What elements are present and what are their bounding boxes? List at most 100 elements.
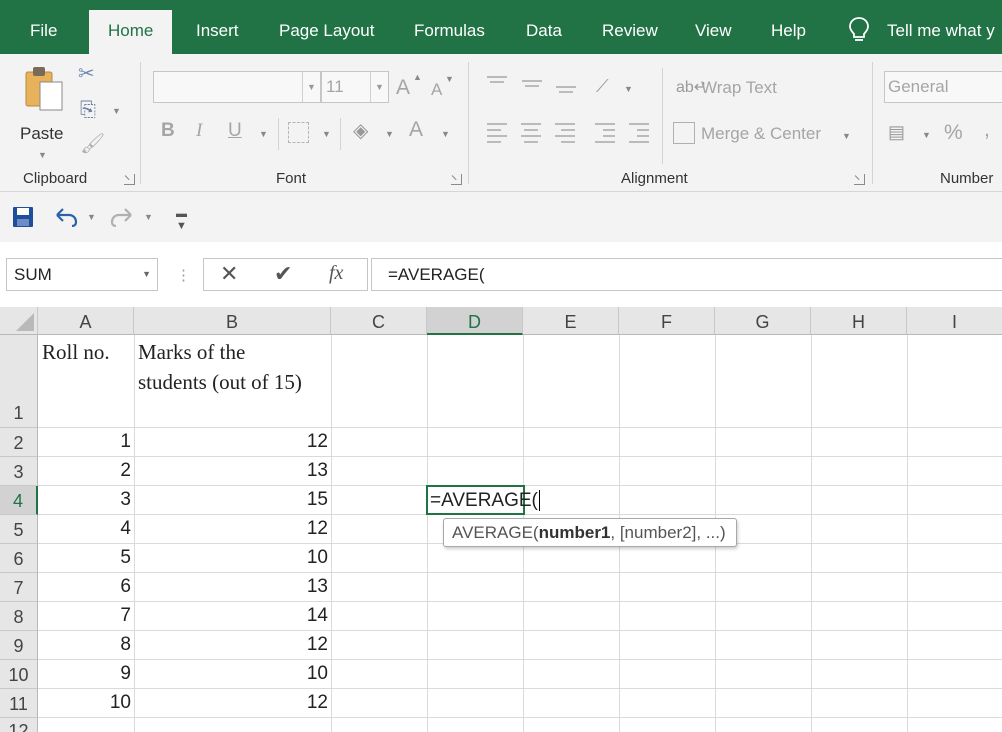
select-all-button[interactable] [0,307,38,335]
row-header-1[interactable]: 1 [0,335,38,428]
fill-color-dropdown-icon[interactable]: ▼ [385,129,394,139]
column-header-f[interactable]: F [619,307,715,335]
cell-a10[interactable]: 9 [38,663,131,685]
bold-button[interactable]: B [161,120,175,142]
customize-qat-icon[interactable]: ▬ ▼ [176,208,187,232]
font-launcher-icon[interactable] [451,174,462,185]
grow-font-button[interactable]: A [396,76,410,100]
cancel-icon[interactable]: ✕ [220,261,238,287]
format-painter-icon[interactable]: 🖌 [80,134,105,154]
row-header-7[interactable]: 7 [0,573,38,602]
column-header-b[interactable]: B [134,307,331,335]
cell-a11[interactable]: 10 [38,692,131,714]
cell-b11[interactable]: 12 [134,692,328,714]
merge-dropdown-icon[interactable]: ▼ [842,131,851,141]
row-header-2[interactable]: 2 [0,428,38,457]
row-header-5[interactable]: 5 [0,515,38,544]
row-header-11[interactable]: 11 [0,689,38,718]
accounting-format-icon[interactable]: ▤ [888,122,905,142]
cell-b1-line1[interactable]: Marks of the [138,337,245,367]
cell-b7[interactable]: 13 [134,576,328,598]
copy-dropdown-icon[interactable]: ▼ [112,106,121,116]
font-size-combo[interactable]: 11 ▼ [321,71,389,103]
shrink-font-button[interactable]: A [431,80,442,100]
undo-icon[interactable] [54,207,78,227]
cell-b6[interactable]: 10 [134,547,328,569]
font-color-dropdown-icon[interactable]: ▼ [441,129,450,139]
tooltip-current-arg[interactable]: number1 [539,523,611,542]
tab-help[interactable]: Help [771,0,806,54]
column-header-e[interactable]: E [523,307,619,335]
enter-icon[interactable]: ✔ [274,261,292,287]
formula-bar-splitter-icon[interactable]: ⋮ [176,266,191,284]
tab-file[interactable]: File [30,0,57,54]
wrap-text-button[interactable]: Wrap Text [701,78,777,98]
cell-b3[interactable]: 13 [134,460,328,482]
column-header-a[interactable]: A [38,307,134,335]
borders-button[interactable] [288,122,309,143]
cut-icon[interactable]: ✂ [78,64,95,84]
row-header-8[interactable]: 8 [0,602,38,631]
cell-d4-editor[interactable]: =AVERAGE( [430,490,540,512]
cell-a3[interactable]: 2 [38,460,131,482]
row-header-12[interactable]: 12 [0,718,38,732]
cell-b1-line2[interactable]: students (out of 15) [138,367,302,397]
clipboard-launcher-icon[interactable] [124,174,135,185]
save-icon[interactable] [12,206,34,228]
tab-insert[interactable]: Insert [196,0,239,54]
undo-dropdown-icon[interactable]: ▼ [87,212,96,222]
horizontal-align-icons[interactable] [485,122,655,144]
column-header-g[interactable]: G [715,307,811,335]
cell-a2[interactable]: 1 [38,431,131,453]
cell-b2[interactable]: 12 [134,431,328,453]
underline-button[interactable]: U [228,120,242,142]
column-header-d[interactable]: D [427,307,523,335]
cell-b9[interactable]: 12 [134,634,328,656]
comma-style-icon[interactable]: , [984,118,990,142]
cell-a9[interactable]: 8 [38,634,131,656]
merge-center-button[interactable]: Merge & Center [701,124,821,144]
column-header-i[interactable]: I [907,307,1002,335]
cell-a4[interactable]: 3 [38,489,131,511]
number-format-combo[interactable]: General [884,71,1002,103]
row-header-3[interactable]: 3 [0,457,38,486]
italic-button[interactable]: I [196,120,202,142]
orientation-dropdown-icon[interactable]: ▼ [624,84,633,94]
cell-b4[interactable]: 15 [134,489,328,511]
cell-a5[interactable]: 4 [38,518,131,540]
accounting-dropdown-icon[interactable]: ▼ [922,130,931,140]
vertical-align-icons[interactable] [485,74,580,94]
cell-a7[interactable]: 6 [38,576,131,598]
copy-icon[interactable]: ⎘ [80,100,96,120]
alignment-launcher-icon[interactable] [854,174,865,185]
tooltip-function-name[interactable]: AVERAGE( [452,523,539,542]
name-box[interactable]: SUM ▼ [6,258,158,291]
percent-style-button[interactable]: % [944,121,963,145]
tell-me-search[interactable]: Tell me what y [848,0,995,54]
cell-a8[interactable]: 7 [38,605,131,627]
row-header-4[interactable]: 4 [0,486,38,515]
borders-dropdown-icon[interactable]: ▼ [322,129,331,139]
tab-view[interactable]: View [695,0,732,54]
row-header-9[interactable]: 9 [0,631,38,660]
column-header-c[interactable]: C [331,307,427,335]
cell-a6[interactable]: 5 [38,547,131,569]
paste-button[interactable]: Paste ▼ [16,62,68,162]
row-header-10[interactable]: 10 [0,660,38,689]
tab-page-layout[interactable]: Page Layout [279,0,374,54]
cell-b8[interactable]: 14 [134,605,328,627]
cell-b10[interactable]: 10 [134,663,328,685]
fill-color-icon[interactable]: ◈ [353,121,368,141]
orientation-icon[interactable]: ⟋ [596,76,609,96]
cell-b5[interactable]: 12 [134,518,328,540]
formula-input[interactable]: =AVERAGE( [371,258,1002,291]
font-name-combo[interactable]: ▼ [153,71,321,103]
insert-function-button[interactable]: fx [329,262,343,285]
row-header-6[interactable]: 6 [0,544,38,573]
column-header-h[interactable]: H [811,307,907,335]
tab-data[interactable]: Data [526,0,562,54]
redo-icon[interactable] [110,207,134,227]
tab-home[interactable]: Home [89,10,173,54]
font-color-button[interactable]: A [409,118,423,142]
cell-a1[interactable]: Roll no. [42,337,110,367]
